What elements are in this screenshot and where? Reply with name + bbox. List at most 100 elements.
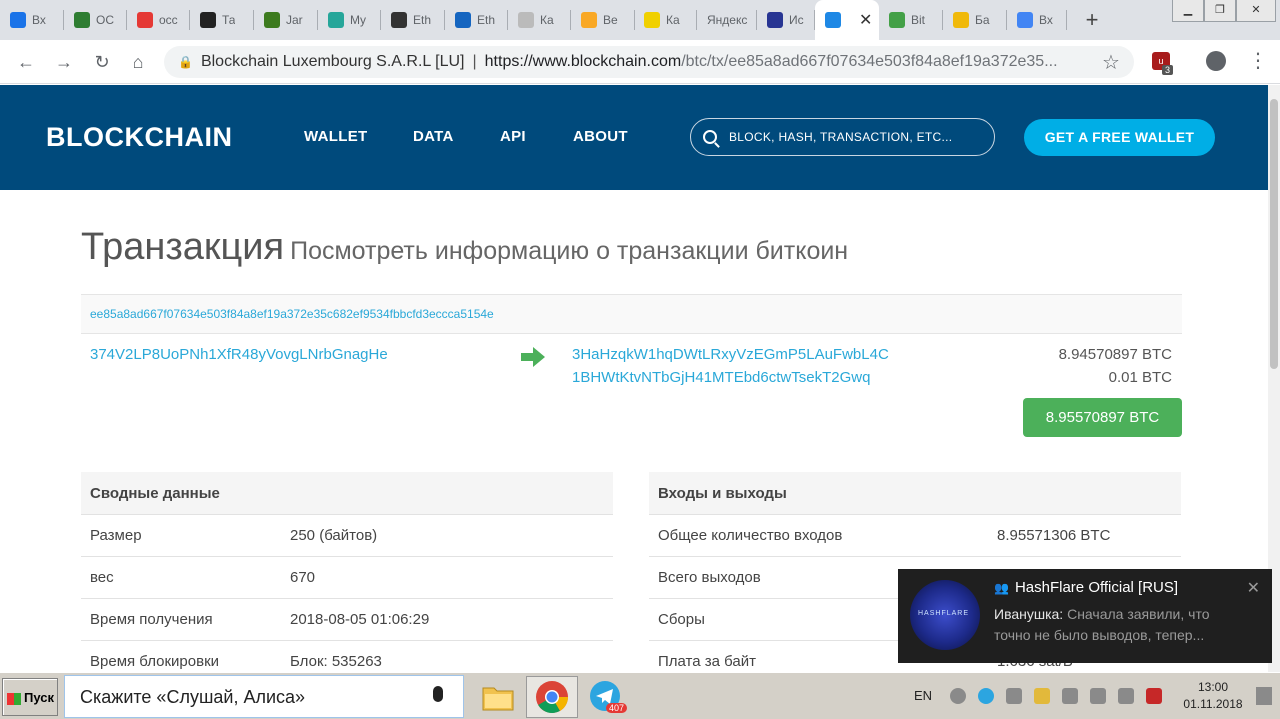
tx-hash-link[interactable]: ee85a8ad667f07634e503f84a8ef19a372e35c68… bbox=[90, 307, 494, 321]
tab-label: Ка bbox=[540, 13, 554, 27]
browser-tab[interactable]: ✕ bbox=[815, 0, 879, 40]
output-address-link[interactable]: 3HaHzqkW1hqDWtLRxyVzEGmP5LAuFwbL4C bbox=[572, 346, 889, 363]
browser-tab[interactable]: Ис bbox=[757, 0, 815, 40]
browser-tab[interactable]: Ка bbox=[634, 0, 697, 40]
table-row: Время блокировки Блок: 535263 bbox=[81, 641, 613, 672]
chrome-taskbar-icon[interactable] bbox=[526, 676, 578, 718]
new-tab-button[interactable]: + bbox=[1080, 6, 1104, 34]
bookmark-star-icon[interactable]: ☆ bbox=[1102, 50, 1120, 75]
tab-label: Вх bbox=[1039, 13, 1053, 27]
tray-volume-icon[interactable] bbox=[1118, 688, 1134, 704]
alice-prompt: Скажите «Слушай, Алиса» bbox=[80, 687, 306, 707]
row-value: 250 (байтов) bbox=[290, 527, 378, 544]
minimize-button[interactable]: ▁ bbox=[1172, 0, 1204, 22]
row-value[interactable]: Блок: 535263 bbox=[290, 653, 382, 670]
start-label: Пуск bbox=[24, 690, 54, 705]
notification-channel: HashFlare Official [RUS] bbox=[1014, 579, 1179, 596]
show-desktop-button[interactable] bbox=[1256, 687, 1272, 705]
tab-label: ОС bbox=[96, 13, 114, 27]
nav-data[interactable]: DATA bbox=[413, 128, 454, 145]
tray-network-icon[interactable] bbox=[1090, 688, 1106, 704]
browser-tab[interactable]: Bit bbox=[879, 0, 943, 40]
nav-api[interactable]: API bbox=[500, 128, 526, 145]
scrollbar-thumb[interactable] bbox=[1270, 99, 1278, 369]
tray-monitor-icon[interactable] bbox=[1006, 688, 1022, 704]
close-icon[interactable]: ✕ bbox=[1247, 578, 1260, 598]
row-label: Плата за байт bbox=[658, 653, 756, 670]
browser-tab[interactable]: Ба bbox=[943, 0, 1007, 40]
tab-label: My bbox=[350, 13, 366, 27]
tab-label: Ба bbox=[975, 13, 990, 27]
close-tab-icon[interactable]: ✕ bbox=[859, 10, 872, 30]
tab-label: Jar bbox=[286, 13, 303, 27]
output-address-link[interactable]: 1BHWtKtvNTbGjH41MTEbd6ctwTsekT2Gwq bbox=[572, 369, 870, 386]
browser-menu-icon[interactable]: ⋮ bbox=[1248, 48, 1268, 73]
language-indicator[interactable]: EN bbox=[914, 688, 932, 703]
system-clock[interactable]: 13:00 01.11.2018 bbox=[1180, 679, 1246, 713]
home-icon[interactable]: ⌂ bbox=[126, 50, 150, 74]
microphone-icon[interactable] bbox=[433, 686, 443, 702]
page-title-main: Транзакция bbox=[81, 226, 285, 268]
tray-alert-icon[interactable] bbox=[1146, 688, 1162, 704]
tray-info-icon[interactable] bbox=[950, 688, 966, 704]
site-header: BLOCKCHAIN WALLET DATA API ABOUT GET A F… bbox=[0, 85, 1268, 190]
ka-icon bbox=[518, 12, 534, 28]
browser-tab[interactable]: Ве bbox=[571, 0, 635, 40]
get-free-wallet-button[interactable]: GET A FREE WALLET bbox=[1024, 119, 1215, 156]
browser-tab[interactable]: Вх bbox=[0, 0, 64, 40]
tab-label: Та bbox=[222, 13, 236, 27]
restore-button[interactable]: ❐ bbox=[1204, 0, 1236, 22]
address-bar[interactable]: 🔒 Blockchain Luxembourg S.A.R.L [LU] | h… bbox=[164, 46, 1134, 78]
browser-tab[interactable]: ОС bbox=[64, 0, 127, 40]
start-button[interactable]: Пуск bbox=[2, 678, 58, 716]
telegram-unread-badge: 407 bbox=[606, 703, 628, 713]
close-window-button[interactable]: ✕ bbox=[1236, 0, 1276, 22]
row-label: вес bbox=[90, 569, 114, 586]
browser-tab[interactable]: Вх bbox=[1007, 0, 1067, 40]
windows-logo-icon bbox=[7, 692, 21, 705]
output-amount: 0.01 BTC bbox=[1108, 369, 1172, 386]
tab-label: Eth bbox=[413, 13, 432, 27]
search-input[interactable] bbox=[729, 130, 969, 144]
tab-label: Ве bbox=[603, 13, 618, 27]
tx-hash-row: ee85a8ad667f07634e503f84a8ef19a372e35c68… bbox=[81, 294, 1182, 334]
back-icon[interactable]: ← bbox=[14, 50, 38, 74]
browser-tab[interactable]: My bbox=[318, 0, 381, 40]
table-row: Время получения 2018-08-05 01:06:29 bbox=[81, 599, 613, 641]
site-search[interactable] bbox=[690, 118, 995, 156]
input-address-link[interactable]: 374V2LP8UoPNh1XfR48yVovgLNrbGnagHe bbox=[90, 346, 388, 363]
reload-icon[interactable]: ↻ bbox=[90, 50, 114, 74]
tray-usb-icon[interactable] bbox=[1062, 688, 1078, 704]
browser-tab[interactable]: Jar bbox=[254, 0, 318, 40]
browser-tab[interactable]: Eth bbox=[381, 0, 445, 40]
file-explorer-icon[interactable] bbox=[472, 676, 524, 718]
nav-about[interactable]: ABOUT bbox=[573, 128, 628, 145]
nav-wallet[interactable]: WALLET bbox=[304, 128, 367, 145]
tab-label: осс bbox=[159, 13, 178, 27]
google-icon bbox=[1017, 12, 1033, 28]
clock-date: 01.11.2018 bbox=[1183, 697, 1243, 711]
tab-separator bbox=[1066, 10, 1067, 30]
row-label: Время блокировки bbox=[90, 653, 220, 670]
windows-taskbar: Пуск Скажите «Слушай, Алиса» 407 EN 13:0… bbox=[0, 672, 1280, 719]
browser-tab[interactable]: осс bbox=[127, 0, 190, 40]
tab-label: Ка bbox=[666, 13, 680, 27]
telegram-notification[interactable]: HASHFLARE 👥 HashFlare Official [RUS] ✕ Ив… bbox=[898, 569, 1272, 663]
summary-header: Сводные данные bbox=[81, 472, 613, 515]
blockchain-logo[interactable]: BLOCKCHAIN bbox=[46, 122, 233, 153]
arrow-right-icon bbox=[521, 347, 545, 367]
browser-tab[interactable]: Ка bbox=[508, 0, 571, 40]
tab-label: Eth bbox=[477, 13, 496, 27]
tab-icon bbox=[200, 12, 216, 28]
page-title: Транзакция Посмотреть информацию о транза… bbox=[81, 226, 848, 269]
browser-tab[interactable]: Eth bbox=[445, 0, 508, 40]
forward-icon[interactable]: → bbox=[52, 50, 76, 74]
tray-shield-icon[interactable] bbox=[1034, 688, 1050, 704]
row-value: 670 bbox=[290, 569, 316, 586]
profile-avatar-icon[interactable] bbox=[1206, 51, 1226, 71]
tray-telegram-icon[interactable] bbox=[978, 688, 994, 704]
browser-tab[interactable]: Та bbox=[190, 0, 254, 40]
browser-tab[interactable]: Яндекс bbox=[697, 0, 757, 40]
alice-search-box[interactable]: Скажите «Слушай, Алиса» bbox=[64, 675, 464, 718]
chart-icon bbox=[455, 12, 471, 28]
